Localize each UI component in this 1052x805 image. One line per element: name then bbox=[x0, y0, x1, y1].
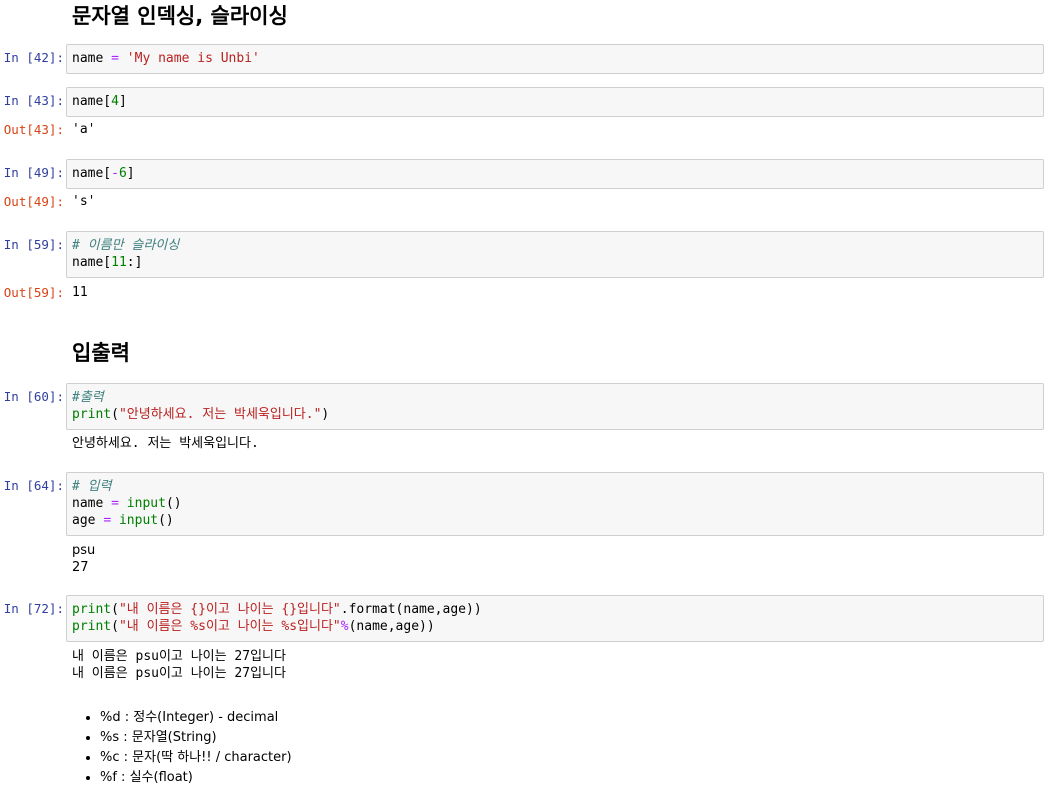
code-line: name = 'My name is Unbi' bbox=[72, 50, 1038, 67]
out-prompt-59: Out[59]: bbox=[3, 285, 64, 300]
code-token: ) bbox=[321, 407, 330, 422]
code-token: "내 이름은 {}이고 나이는 {}입니다" bbox=[118, 602, 341, 617]
code-token: name[ bbox=[72, 94, 112, 109]
code-line: print("내 이름은 {}이고 나이는 {}입니다".format(name… bbox=[72, 601, 1038, 618]
cell-output-60: 안녕하세요. 저는 박세욱입니다. bbox=[72, 436, 259, 451]
code-token: = bbox=[111, 496, 119, 511]
in-prompt-59: In [59]: bbox=[3, 237, 64, 252]
code-token: % bbox=[340, 619, 349, 634]
in-prompt-49: In [49]: bbox=[3, 165, 64, 180]
code-cell-64[interactable]: # 입력 name = input() age = input() bbox=[66, 472, 1044, 536]
code-token: ( bbox=[111, 602, 119, 617]
code-line: name[11:] bbox=[72, 254, 1038, 271]
code-cell-42[interactable]: name = 'My name is Unbi' bbox=[66, 44, 1044, 74]
code-token: name[ bbox=[72, 255, 112, 270]
in-prompt-42: In [42]: bbox=[3, 50, 64, 65]
cell-output-49: 's' bbox=[72, 194, 96, 209]
code-comment: # 입력 bbox=[72, 479, 112, 494]
code-token: input bbox=[126, 496, 166, 511]
code-cell-72[interactable]: print("내 이름은 {}이고 나이는 {}입니다".format(name… bbox=[66, 595, 1044, 642]
code-line: print("내 이름은 %s이고 나이는 %s입니다"%(name,age)) bbox=[72, 618, 1038, 635]
code-token: input bbox=[118, 513, 159, 528]
in-prompt-60: In [60]: bbox=[3, 389, 64, 404]
code-token: print bbox=[72, 602, 112, 617]
in-prompt-72: In [72]: bbox=[3, 601, 64, 616]
code-token: ( bbox=[111, 407, 119, 422]
code-line: name[4] bbox=[72, 93, 1038, 110]
format-specifier-list: %d : 정수(Integer) - decimal %s : 문자열(Stri… bbox=[82, 708, 292, 788]
list-item: %c : 문자(딱 하나!! / character) bbox=[100, 748, 292, 768]
code-cell-59[interactable]: # 이름만 슬라이싱 name[11:] bbox=[66, 231, 1044, 278]
code-token: name bbox=[72, 496, 104, 511]
cell-output-43: 'a' bbox=[72, 122, 96, 137]
code-cell-43[interactable]: name[4] bbox=[66, 87, 1044, 117]
cell-output-72-line2: 내 이름은 psu이고 나이는 27입니다 bbox=[72, 666, 286, 681]
code-token: 'My name is Unbi' bbox=[126, 51, 260, 66]
code-line: print("안녕하세요. 저는 박세욱입니다.") bbox=[72, 406, 1038, 423]
code-token: age bbox=[72, 513, 96, 528]
code-token: "안녕하세요. 저는 박세욱입니다." bbox=[118, 407, 322, 422]
code-token: print bbox=[72, 407, 112, 422]
cell-output-64-line1: psu bbox=[72, 543, 96, 558]
in-prompt-64: In [64]: bbox=[3, 478, 64, 493]
code-token: () bbox=[158, 513, 174, 528]
code-token: .format(name,age)) bbox=[340, 602, 482, 617]
list-item: %d : 정수(Integer) - decimal bbox=[100, 708, 292, 728]
code-token: name[ bbox=[72, 166, 112, 181]
code-token: name bbox=[72, 51, 104, 66]
code-token: print bbox=[72, 619, 112, 634]
cell-output-59: 11 bbox=[72, 285, 88, 300]
code-comment: #출력 bbox=[72, 390, 104, 405]
code-token: - bbox=[111, 166, 119, 181]
list-item: %s : 문자열(String) bbox=[100, 728, 292, 748]
code-token: 6 bbox=[118, 166, 127, 181]
cell-output-72-line1: 내 이름은 psu이고 나이는 27입니다 bbox=[72, 649, 286, 664]
section-heading-indexing: 문자열 인덱싱, 슬라이싱 bbox=[72, 4, 288, 28]
code-token: "내 이름은 %s이고 나이는 %s입니다" bbox=[118, 619, 341, 634]
code-token: ] bbox=[126, 166, 135, 181]
code-token: (name,age)) bbox=[348, 619, 435, 634]
code-token: ( bbox=[111, 619, 119, 634]
out-prompt-43: Out[43]: bbox=[3, 122, 64, 137]
code-token: :] bbox=[126, 255, 143, 270]
code-token: 11 bbox=[111, 255, 127, 270]
cell-output-64-line2: 27 bbox=[72, 560, 89, 575]
section-heading-io: 입출력 bbox=[72, 341, 130, 365]
list-item: %f : 실수(float) bbox=[100, 768, 292, 788]
out-prompt-49: Out[49]: bbox=[3, 194, 64, 209]
code-token: () bbox=[165, 496, 182, 511]
in-prompt-43: In [43]: bbox=[3, 93, 64, 108]
code-line: age = input() bbox=[72, 512, 1038, 529]
code-cell-49[interactable]: name[-6] bbox=[66, 159, 1044, 189]
code-cell-60[interactable]: #출력 print("안녕하세요. 저는 박세욱입니다.") bbox=[66, 383, 1044, 430]
code-token: = bbox=[103, 513, 112, 528]
code-token: 4 bbox=[111, 94, 119, 109]
code-line: name[-6] bbox=[72, 165, 1038, 182]
code-line: name = input() bbox=[72, 495, 1038, 512]
code-token: = bbox=[111, 51, 119, 66]
code-token: ] bbox=[118, 94, 127, 109]
code-comment: # 이름만 슬라이싱 bbox=[72, 238, 180, 253]
